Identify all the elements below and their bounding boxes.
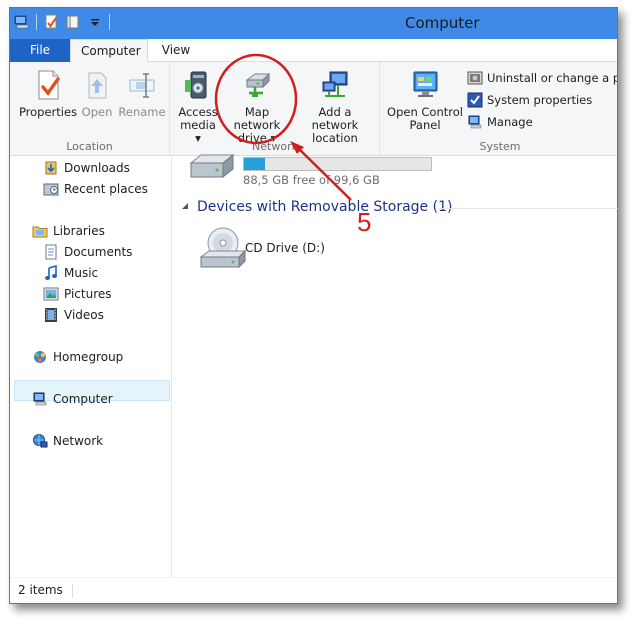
drive-usage-bar xyxy=(243,157,432,171)
nav-label-documents: Documents xyxy=(64,245,133,259)
item-count: 2 items xyxy=(18,583,63,597)
control-panel-icon xyxy=(413,71,438,97)
manage-icon xyxy=(468,115,482,129)
rename-button[interactable]: Rename xyxy=(118,68,166,119)
removable-storage-header[interactable]: Devices with Removable Storage (1) xyxy=(181,199,452,215)
tab-file[interactable]: File xyxy=(10,39,70,62)
map-drive-label-1: Map network xyxy=(233,105,281,132)
step-number: 5 xyxy=(357,207,372,237)
title-bar: Computer xyxy=(10,8,617,39)
navigation-pane: Downloads Recent places Libraries Docume… xyxy=(10,157,172,577)
open-control-panel-button[interactable]: Open Control Panel xyxy=(385,68,465,132)
nav-label-network: Network xyxy=(53,434,104,448)
ribbon: Properties Open Rename Location Access m… xyxy=(10,62,617,156)
control-panel-label-2: Panel xyxy=(409,118,441,132)
libraries-icon xyxy=(32,226,48,238)
nav-label-libraries: Libraries xyxy=(53,224,105,238)
downloads-icon xyxy=(45,161,57,175)
section-divider xyxy=(438,208,618,209)
videos-icon xyxy=(45,308,57,322)
access-media-button[interactable]: Access media ▾ xyxy=(177,68,219,145)
nav-label-videos: Videos xyxy=(64,308,104,322)
properties-label: Properties xyxy=(18,105,78,119)
add-location-label-1: Add a network xyxy=(311,105,359,132)
status-bar: 2 items xyxy=(10,577,617,603)
nav-label-recent-places: Recent places xyxy=(64,182,148,196)
hard-drive-icon[interactable] xyxy=(187,153,237,185)
nav-label-computer: Computer xyxy=(53,392,113,406)
status-separator xyxy=(72,584,73,598)
network-group: Access media ▾ Map network drive ▾ Add a… xyxy=(171,62,380,155)
network-icon xyxy=(33,434,48,448)
system-properties-icon xyxy=(467,92,483,108)
nav-item-libraries[interactable]: Libraries xyxy=(32,221,105,241)
nav-item-network[interactable]: Network xyxy=(32,431,103,451)
manage-label: Manage xyxy=(487,115,533,129)
rename-label: Rename xyxy=(118,105,166,119)
uninstall-label: Uninstall or change a prog xyxy=(487,71,617,85)
open-label: Open xyxy=(81,105,113,119)
collapse-arrow-icon[interactable] xyxy=(181,203,189,211)
add-network-location-icon xyxy=(322,71,348,97)
system-properties-button[interactable]: System properties xyxy=(467,92,592,108)
window-title: Computer xyxy=(405,14,480,32)
system-properties-label: System properties xyxy=(487,93,593,107)
nav-item-videos[interactable]: Videos xyxy=(43,305,104,325)
pictures-icon xyxy=(43,287,59,301)
nav-item-music[interactable]: Music xyxy=(43,263,98,283)
music-icon xyxy=(45,265,57,280)
add-network-location-button[interactable]: Add a network location xyxy=(295,68,375,145)
open-icon xyxy=(88,72,107,99)
nav-item-documents[interactable]: Documents xyxy=(43,242,132,262)
rename-icon xyxy=(129,73,155,98)
system-group: Open Control Panel Uninstall or change a… xyxy=(381,62,617,155)
nav-label-pictures: Pictures xyxy=(64,287,112,301)
properties-button[interactable]: Properties xyxy=(17,68,79,119)
access-media-label-2: media xyxy=(180,118,216,132)
explorer-window: Computer File Computer View Properties O xyxy=(9,7,618,604)
uninstall-icon xyxy=(467,71,483,85)
uninstall-program-button[interactable]: Uninstall or change a prog xyxy=(467,70,617,86)
nav-label-downloads: Downloads xyxy=(64,161,130,175)
documents-icon xyxy=(45,244,57,260)
location-group: Properties Open Rename Location xyxy=(10,62,170,155)
manage-button[interactable]: Manage xyxy=(467,114,533,130)
map-network-drive-button[interactable]: Map network drive ▾ xyxy=(220,68,294,145)
nav-item-pictures[interactable]: Pictures xyxy=(43,284,112,304)
open-button[interactable]: Open xyxy=(80,68,114,119)
media-server-icon xyxy=(185,71,207,99)
nav-item-downloads[interactable]: Downloads xyxy=(43,158,130,178)
recent-places-icon xyxy=(43,183,59,196)
nav-item-recent-places[interactable]: Recent places xyxy=(43,179,148,199)
computer-icon xyxy=(33,392,47,406)
homegroup-icon xyxy=(34,351,46,363)
network-group-label: Network xyxy=(252,140,298,153)
system-group-label: System xyxy=(479,140,521,153)
nav-label-music: Music xyxy=(64,266,99,280)
drive-free-space: 88,5 GB free of 99,6 GB xyxy=(243,173,380,187)
location-group-label: Location xyxy=(66,140,113,153)
nav-item-homegroup[interactable]: Homegroup xyxy=(32,347,123,367)
tab-computer[interactable]: Computer xyxy=(70,39,148,63)
network-drive-icon xyxy=(245,72,271,97)
drive-usage-fill xyxy=(244,158,265,170)
content-pane: 88,5 GB free of 99,6 GB Devices with Rem… xyxy=(173,153,619,577)
ribbon-tabs: File Computer View xyxy=(10,39,617,63)
cd-drive-label[interactable]: CD Drive (D:) xyxy=(245,241,325,255)
cd-drive-icon[interactable] xyxy=(199,225,249,271)
tab-view[interactable]: View xyxy=(151,39,201,62)
nav-item-computer[interactable]: Computer xyxy=(32,389,113,409)
nav-label-homegroup: Homegroup xyxy=(53,350,124,364)
section-title: Devices with Removable Storage (1) xyxy=(197,199,453,215)
properties-icon xyxy=(38,70,60,100)
